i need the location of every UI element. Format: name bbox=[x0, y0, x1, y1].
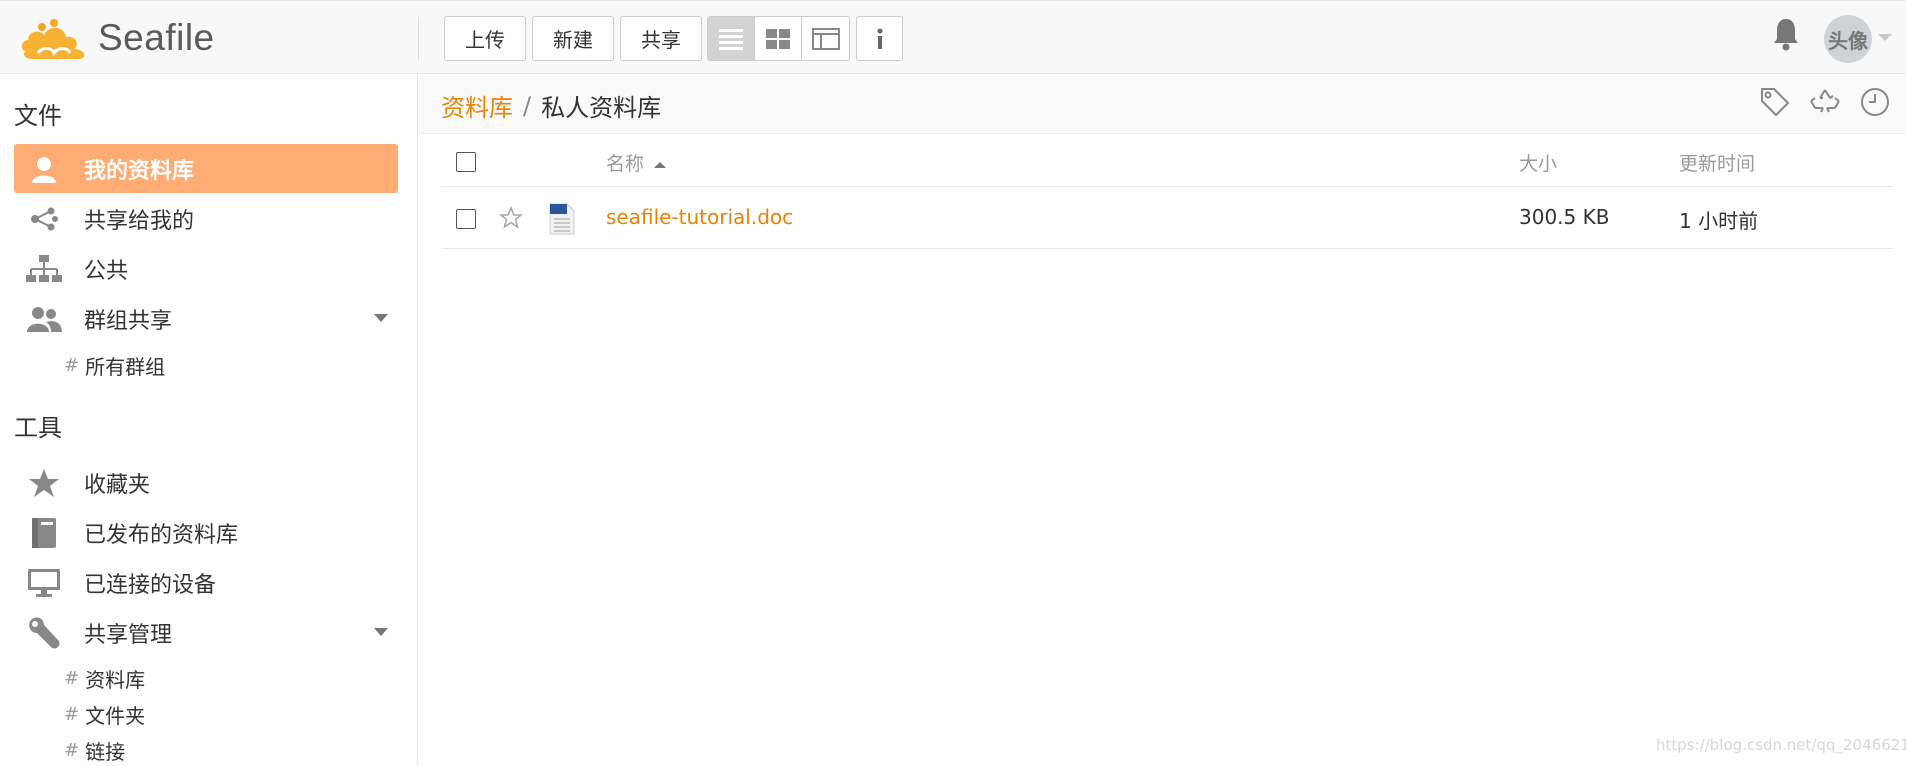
row-select-checkbox[interactable] bbox=[456, 209, 476, 229]
select-all-checkbox[interactable] bbox=[456, 152, 476, 172]
breadcrumb: 资料库 / 私人资料库 bbox=[441, 88, 661, 123]
sidebar-subitem-share-libraries[interactable]: # 资料库 bbox=[64, 663, 145, 693]
app-name: Seafile bbox=[98, 17, 215, 58]
sidebar-subitem-label: 所有群组 bbox=[85, 354, 166, 379]
sidebar-subitem-share-folders[interactable]: # 文件夹 bbox=[64, 699, 145, 729]
list-view-icon bbox=[719, 28, 743, 50]
sidebar-item-linked-devices[interactable]: 已连接的设备 bbox=[14, 558, 398, 607]
sidebar-item-favorites[interactable]: 收藏夹 bbox=[14, 458, 398, 507]
sort-ascending-icon bbox=[654, 161, 667, 168]
chevron-down-icon[interactable] bbox=[374, 314, 388, 322]
hash-icon: # bbox=[64, 354, 80, 376]
breadcrumb-separator: / bbox=[523, 91, 532, 120]
wrench-icon bbox=[24, 613, 64, 653]
watermark-text: https://blog.csdn.net/qq_20466211 bbox=[1656, 736, 1906, 754]
path-toolbar: 资料库 / 私人资料库 bbox=[419, 74, 1906, 134]
list-view-button[interactable] bbox=[708, 17, 755, 60]
sidebar-item-label: 我的资料库 bbox=[84, 158, 195, 184]
sidebar-item-label: 共享给我的 bbox=[84, 208, 195, 234]
sidebar-item-label: 已连接的设备 bbox=[84, 572, 217, 598]
sidebar-subitem-all-groups[interactable]: # 所有群组 bbox=[64, 350, 165, 380]
breadcrumb-current: 私人资料库 bbox=[541, 94, 662, 122]
new-button[interactable]: 新建 bbox=[532, 16, 614, 61]
sidebar-item-label: 群组共享 bbox=[84, 308, 173, 334]
tag-icon[interactable] bbox=[1759, 86, 1791, 118]
book-icon bbox=[24, 513, 64, 553]
chevron-down-icon[interactable] bbox=[374, 628, 388, 636]
column-name-label: 名称 bbox=[606, 153, 645, 175]
sidebar-item-shared-groups[interactable]: 群组共享 bbox=[14, 294, 398, 343]
grid-view-icon bbox=[766, 28, 790, 49]
avatar[interactable]: 头像 bbox=[1824, 15, 1872, 63]
org-chart-icon bbox=[24, 249, 64, 289]
view-mode-switch bbox=[707, 16, 850, 61]
column-header-size[interactable]: 大小 bbox=[1519, 149, 1557, 176]
notification-bell-icon[interactable] bbox=[1772, 17, 1800, 51]
header-divider bbox=[418, 17, 419, 61]
file-size: 300.5 KB bbox=[1519, 205, 1610, 229]
files-section-title: 文件 bbox=[14, 102, 62, 130]
star-outline-icon[interactable] bbox=[499, 206, 523, 230]
sidebar-item-label: 已发布的资料库 bbox=[84, 522, 239, 548]
share-icon bbox=[24, 199, 64, 239]
sidebar-item-label: 公共 bbox=[84, 258, 129, 284]
sidebar-item-public[interactable]: 公共 bbox=[14, 244, 398, 293]
history-clock-icon[interactable] bbox=[1859, 86, 1891, 118]
sidebar-item-share-admin[interactable]: 共享管理 bbox=[14, 608, 398, 657]
seafile-logo[interactable]: Seafile bbox=[18, 13, 215, 63]
hash-icon: # bbox=[64, 703, 80, 725]
info-button[interactable] bbox=[856, 16, 903, 61]
sidebar-subitem-share-links[interactable]: # 链接 bbox=[64, 735, 125, 765]
top-header: Seafile 上传 新建 共享 头像 bbox=[0, 0, 1906, 74]
column-header-mtime[interactable]: 更新时间 bbox=[1679, 149, 1755, 176]
file-table-header: 名称 大小 更新时间 bbox=[441, 135, 1893, 187]
sidebar-item-label: 收藏夹 bbox=[84, 472, 151, 498]
user-icon bbox=[24, 149, 64, 189]
file-name-link[interactable]: seafile-tutorial.doc bbox=[606, 205, 793, 229]
column-header-name[interactable]: 名称 bbox=[606, 149, 667, 176]
upload-button[interactable]: 上传 bbox=[444, 16, 526, 61]
breadcrumb-libraries-link[interactable]: 资料库 bbox=[441, 88, 513, 123]
share-button[interactable]: 共享 bbox=[620, 16, 702, 61]
info-icon bbox=[877, 28, 882, 49]
column-view-icon bbox=[811, 27, 840, 50]
tools-section-title: 工具 bbox=[14, 414, 62, 442]
sidebar-subitem-label: 链接 bbox=[85, 739, 126, 764]
table-row[interactable]: seafile-tutorial.doc 300.5 KB 1 小时前 bbox=[441, 187, 1893, 249]
hash-icon: # bbox=[64, 739, 80, 761]
word-document-icon bbox=[549, 203, 575, 235]
sidebar-subitem-label: 资料库 bbox=[85, 667, 146, 692]
sidebar-item-published-libraries[interactable]: 已发布的资料库 bbox=[14, 508, 398, 557]
monitor-icon bbox=[24, 563, 64, 603]
hash-icon: # bbox=[64, 667, 80, 689]
star-icon bbox=[24, 463, 64, 503]
grid-view-button[interactable] bbox=[755, 17, 802, 60]
chevron-down-icon[interactable] bbox=[1878, 34, 1892, 41]
sidebar-item-shared-with-me[interactable]: 共享给我的 bbox=[14, 194, 398, 243]
sidebar-item-label: 共享管理 bbox=[84, 622, 173, 648]
recycle-bin-icon[interactable] bbox=[1809, 86, 1841, 118]
group-icon bbox=[24, 299, 64, 339]
file-mtime: 1 小时前 bbox=[1679, 209, 1759, 233]
sidebar-subitem-label: 文件夹 bbox=[85, 703, 146, 728]
sidebar-item-my-libraries[interactable]: 我的资料库 bbox=[14, 144, 398, 193]
sidebar: 文件 我的资料库 共享给我的 公共 群组共享 # 所有群组 工具 收藏夹 已发布… bbox=[0, 74, 418, 766]
column-view-button[interactable] bbox=[802, 17, 849, 60]
cloud-logo-icon bbox=[21, 19, 85, 59]
